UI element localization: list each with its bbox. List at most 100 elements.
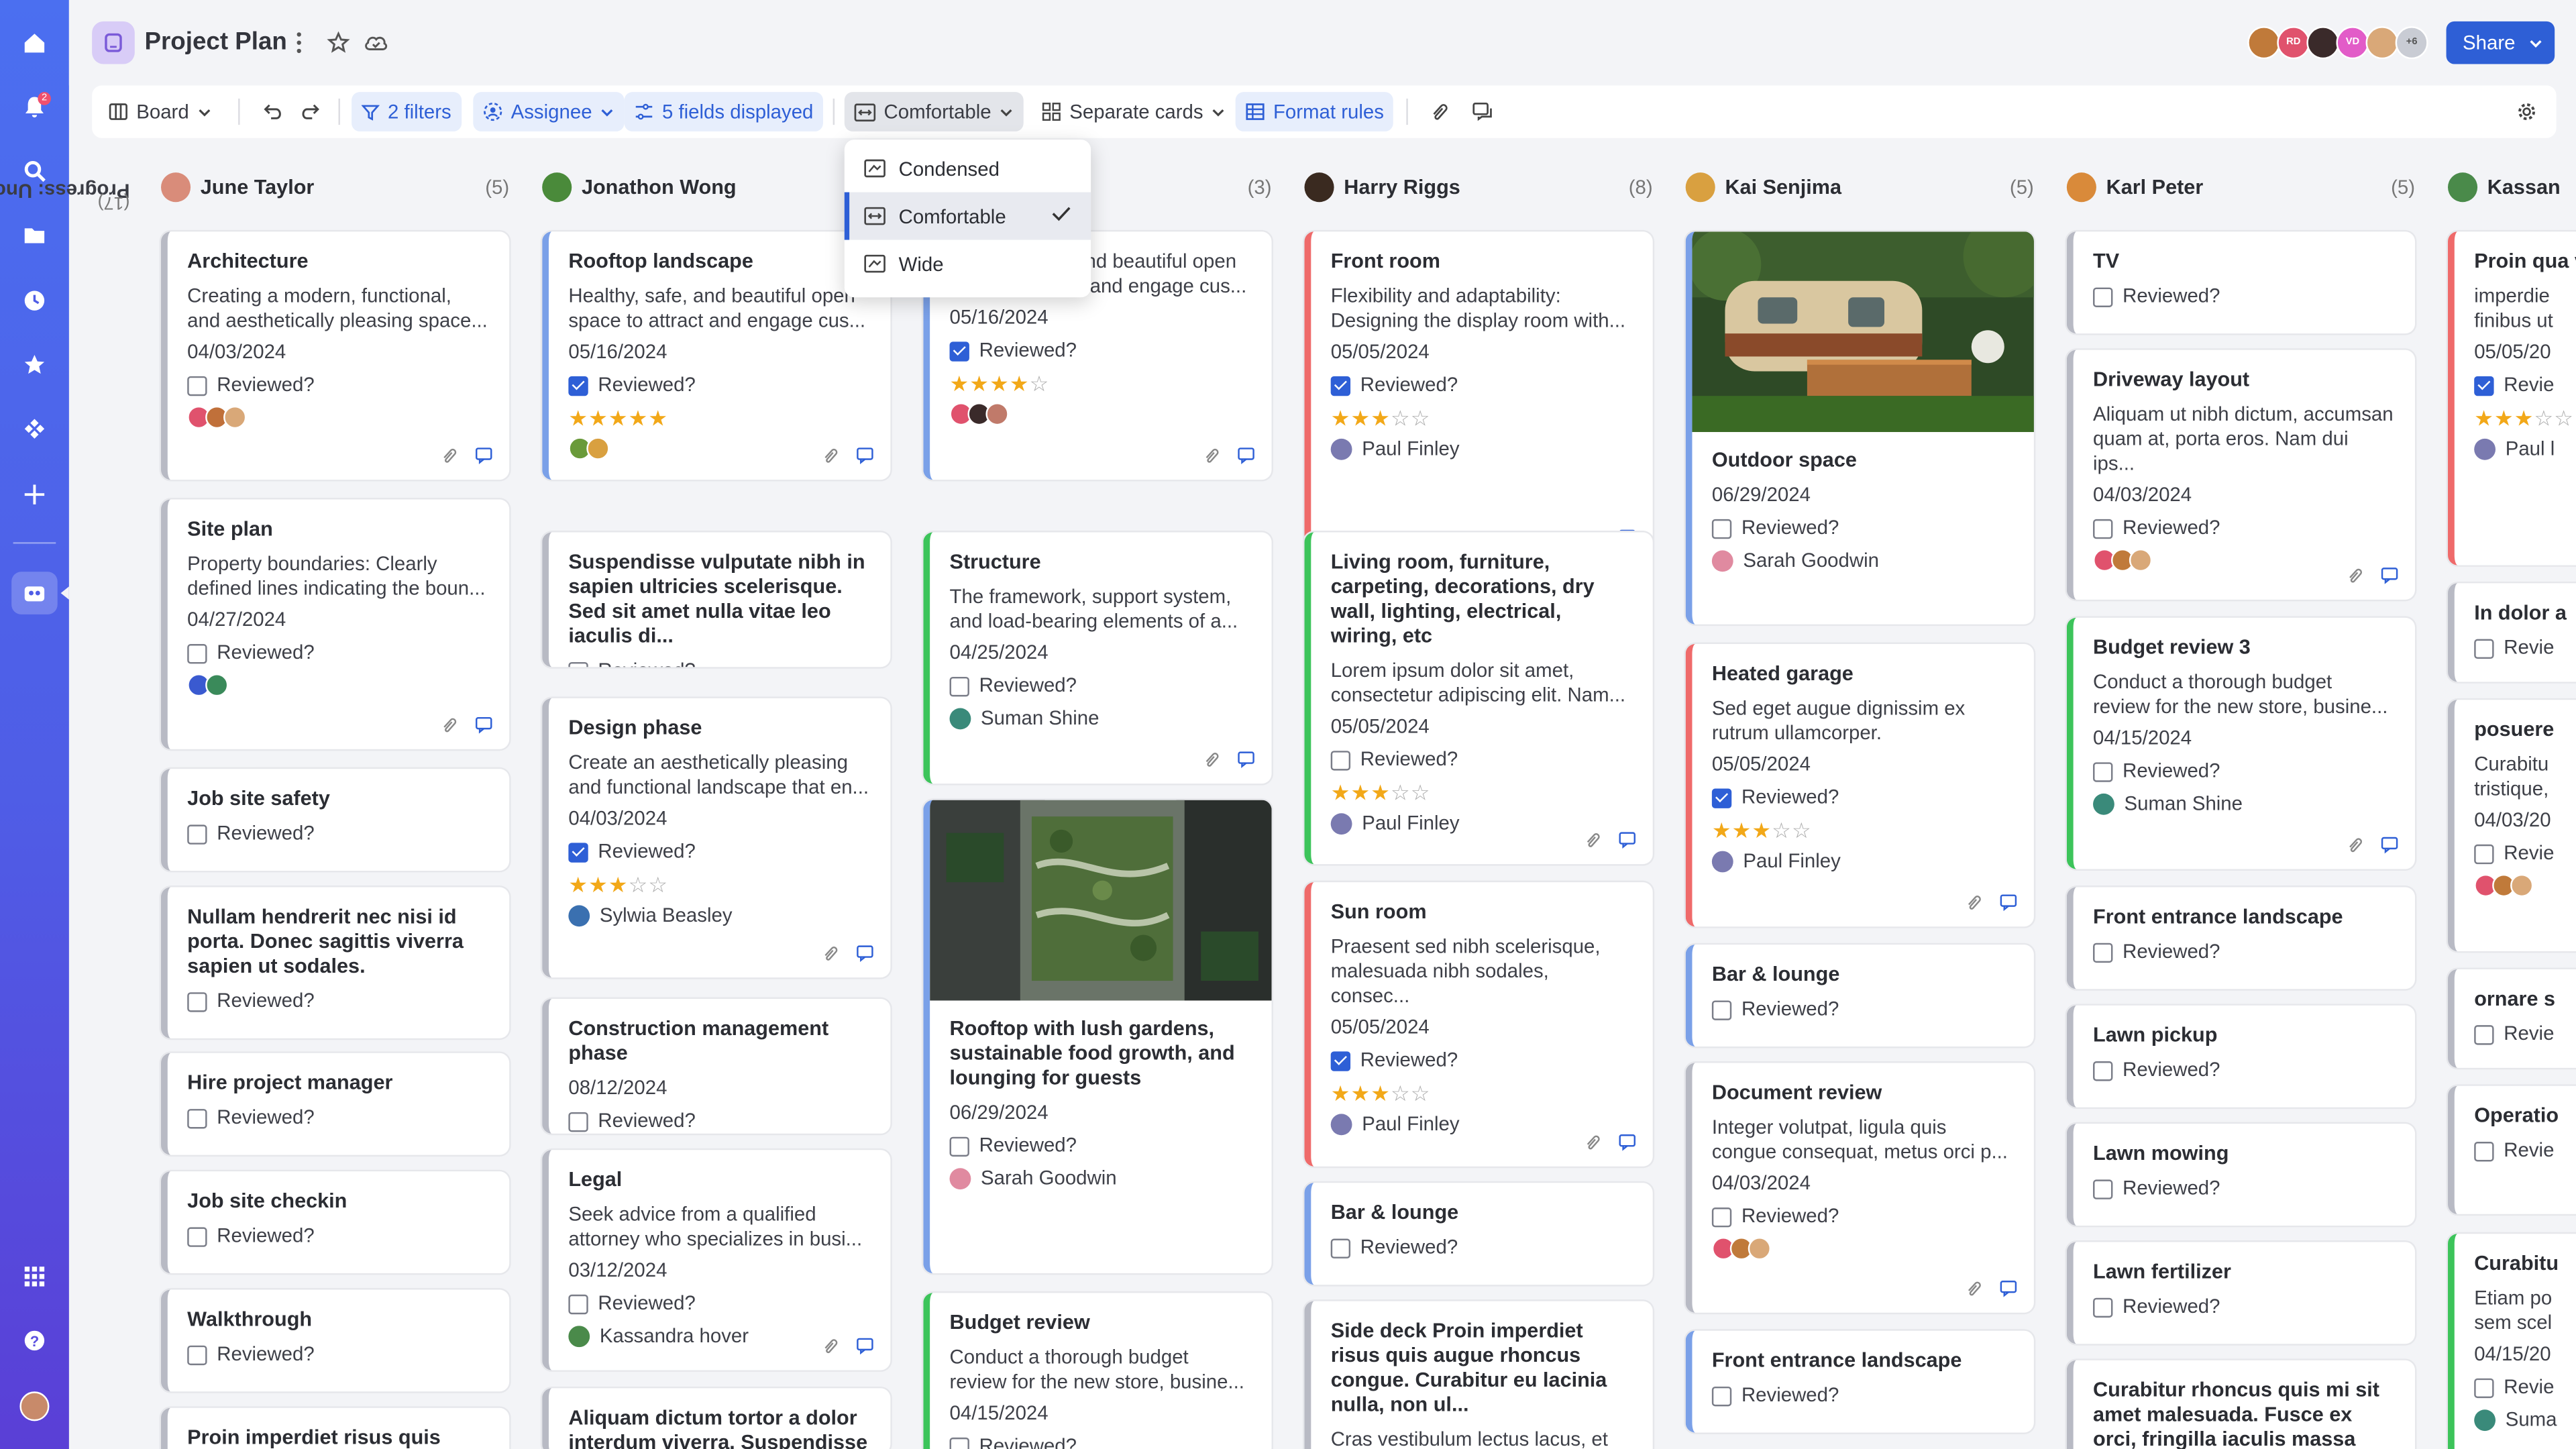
assignee-avatars[interactable] — [187, 674, 490, 697]
reviewed-checkbox[interactable] — [1711, 1385, 1732, 1406]
rating-stars[interactable]: ★★★☆☆ — [1331, 406, 1633, 431]
star-empty-icon[interactable]: ☆ — [1411, 1081, 1431, 1106]
star-filled-icon[interactable]: ★ — [1331, 406, 1351, 431]
column-header[interactable]: Kassan — [2448, 164, 2576, 211]
task-card[interactable]: Architecture Creating a modern, functiona… — [161, 231, 510, 480]
reviewed-checkbox[interactable] — [568, 842, 588, 862]
star-filled-icon[interactable]: ★ — [1371, 406, 1391, 431]
star-filled-icon[interactable]: ★ — [989, 371, 1010, 396]
star-filled-icon[interactable]: ★ — [588, 872, 608, 897]
assignee[interactable]: Paul Finley — [1330, 437, 1633, 460]
star-filled-icon[interactable]: ★ — [1331, 780, 1351, 805]
assignee[interactable]: Suman Shine — [949, 706, 1252, 729]
attachment-button[interactable] — [1419, 92, 1459, 131]
paperclip-icon[interactable] — [1203, 447, 1221, 465]
task-card[interactable]: Front entrance landscape Reviewed? — [2066, 887, 2416, 989]
task-card[interactable]: Suspendisse vulputate nibh in sapien ult… — [542, 532, 891, 667]
assignee[interactable]: Paul Finley — [1711, 849, 2015, 872]
group-by-button[interactable]: Assignee — [473, 92, 625, 131]
avatar[interactable]: VD — [2336, 26, 2369, 60]
task-card[interactable]: posuere Curabitu tristique, 04/03/20 Revie — [2448, 700, 2576, 951]
undo-button[interactable] — [253, 92, 294, 131]
column-header[interactable]: Harry Riggs (8) — [1304, 164, 1653, 211]
workspace-icon[interactable] — [0, 577, 69, 610]
help-icon[interactable]: ? — [0, 1324, 69, 1357]
star-empty-icon[interactable]: ☆ — [648, 872, 668, 897]
reviewed-checkbox[interactable] — [2474, 638, 2494, 658]
reviewed-checkbox[interactable] — [1711, 1000, 1732, 1020]
paperclip-icon[interactable] — [1584, 1134, 1602, 1152]
paperclip-icon[interactable] — [1965, 894, 1983, 912]
star-filled-icon[interactable]: ★ — [1350, 1081, 1371, 1106]
reviewed-checkbox[interactable] — [568, 375, 588, 395]
assignee[interactable]: Suman Shine — [2093, 792, 2396, 815]
star-empty-icon[interactable]: ☆ — [2534, 406, 2555, 431]
star-empty-icon[interactable]: ☆ — [1772, 818, 1792, 843]
star-filled-icon[interactable]: ★ — [1712, 818, 1732, 843]
star-empty-icon[interactable]: ☆ — [1411, 780, 1431, 805]
settings-button[interactable] — [2507, 92, 2546, 131]
reviewed-checkbox[interactable] — [568, 1293, 588, 1313]
comment-icon[interactable] — [1999, 894, 2017, 912]
assignee[interactable]: Sarah Goodwin — [949, 1167, 1252, 1189]
grid-apps-icon[interactable] — [0, 1260, 69, 1293]
task-card[interactable]: Bar & lounge Reviewed? — [1685, 945, 2034, 1047]
task-card[interactable]: Job site checkin Reviewed? — [161, 1171, 510, 1273]
task-card[interactable]: Document review Integer volutpat, ligula … — [1685, 1063, 2034, 1313]
cloud-sync-icon[interactable] — [362, 28, 391, 58]
comment-icon[interactable] — [1618, 831, 1636, 849]
task-card[interactable]: Sun room Praesent sed nibh scelerisque, m… — [1304, 882, 1653, 1167]
star-filled-icon[interactable]: ★ — [1010, 371, 1030, 396]
star-filled-icon[interactable]: ★ — [648, 406, 668, 431]
task-card[interactable]: Proin imperdiet risus quis augue — [161, 1407, 510, 1449]
rating-stars[interactable]: ★★★☆☆ — [1712, 818, 2015, 843]
task-card[interactable]: Design phase Create an aesthetically plea… — [542, 698, 891, 978]
rating-stars[interactable]: ★★★☆☆ — [568, 872, 871, 897]
reviewed-checkbox[interactable] — [1330, 1238, 1351, 1258]
reviewed-checkbox[interactable] — [1711, 1206, 1732, 1227]
star-filled-icon[interactable]: ★ — [1732, 818, 1752, 843]
paperclip-icon[interactable] — [1203, 751, 1221, 769]
star-filled-icon[interactable]: ★ — [969, 371, 989, 396]
star-filled-icon[interactable]: ★ — [568, 872, 588, 897]
star-empty-icon[interactable]: ☆ — [1792, 818, 1812, 843]
task-card[interactable]: Front room Flexibility and adaptability: … — [1304, 231, 1653, 562]
task-card[interactable]: Rooftop landscape Healthy, safe, and beau… — [542, 231, 891, 480]
task-card[interactable]: In dolor a Revie — [2448, 583, 2576, 682]
reviewed-checkbox[interactable] — [949, 1136, 969, 1156]
star-filled-icon[interactable]: ★ — [2494, 406, 2514, 431]
reviewed-checkbox[interactable] — [187, 643, 207, 663]
task-card[interactable]: Budget review Conduct a thorough budget r… — [923, 1293, 1272, 1449]
task-card[interactable]: Budget review 3 Conduct a thorough budget… — [2066, 617, 2416, 869]
density-option-condensed[interactable]: Condensed — [845, 145, 1091, 193]
rating-stars[interactable]: ★★★☆☆ — [1331, 1081, 1633, 1106]
task-card[interactable]: Curabitu Etiam po sem scel 04/15/20 Revie Su… — [2448, 1234, 2576, 1449]
assignee[interactable]: Suma — [2474, 1408, 2576, 1431]
avatar[interactable] — [2306, 26, 2340, 60]
task-card[interactable]: Driveway layout Aliquam ut nibh dictum, a… — [2066, 350, 2416, 600]
task-card[interactable]: Proin qua vehicula Sed orna imperdie fini… — [2448, 231, 2576, 566]
task-card[interactable]: Lawn mowing Reviewed? — [2066, 1124, 2416, 1226]
rating-stars[interactable]: ★★★☆☆ — [2474, 406, 2576, 431]
assignee-avatars[interactable] — [1711, 1237, 2015, 1260]
reviewed-checkbox[interactable] — [1330, 749, 1351, 770]
reviewed-checkbox[interactable] — [2093, 1297, 2113, 1317]
star-filled-icon[interactable]: ★ — [950, 371, 970, 396]
paperclip-icon[interactable] — [440, 716, 458, 735]
paperclip-icon[interactable] — [822, 447, 840, 465]
group-label[interactable]: Progress: Uncategorized(17) — [0, 177, 131, 456]
star-empty-icon[interactable]: ☆ — [629, 872, 649, 897]
star-filled-icon[interactable]: ★ — [1350, 780, 1371, 805]
assignee-avatars[interactable] — [2474, 873, 2576, 898]
star-filled-icon[interactable]: ★ — [608, 406, 629, 431]
star-icon[interactable] — [0, 348, 69, 381]
star-empty-icon[interactable]: ☆ — [1411, 406, 1431, 431]
reviewed-checkbox[interactable] — [187, 1344, 207, 1364]
paperclip-icon[interactable] — [1584, 831, 1602, 849]
comment-icon[interactable] — [475, 716, 493, 735]
reviewed-checkbox[interactable] — [2474, 1140, 2494, 1161]
task-card[interactable]: Operatio Revie — [2448, 1085, 2576, 1214]
favorite-star-icon[interactable] — [325, 28, 352, 58]
reviewed-checkbox[interactable] — [568, 1111, 588, 1132]
rating-stars[interactable]: ★★★★☆ — [950, 371, 1252, 396]
